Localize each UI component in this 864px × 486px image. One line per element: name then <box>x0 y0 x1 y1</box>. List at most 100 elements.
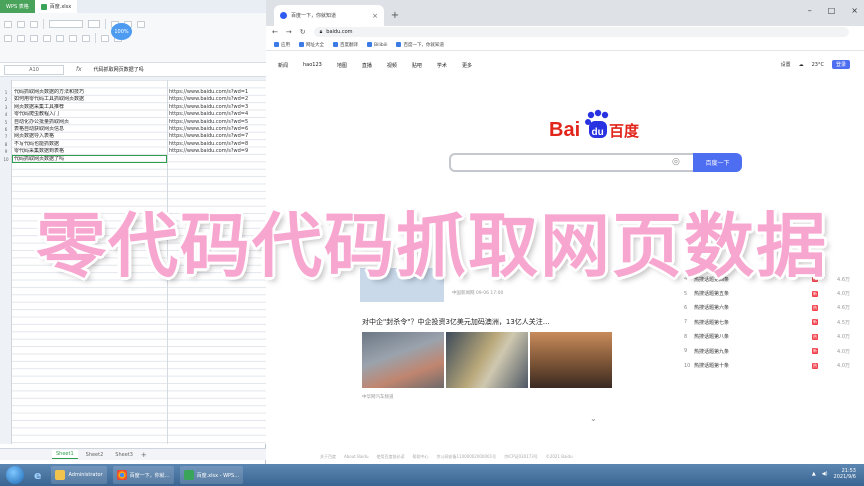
volume-icon[interactable]: ◀) <box>822 471 828 477</box>
new-tab-button[interactable]: + <box>388 8 402 22</box>
sheet-tab-2[interactable]: Sheet2 <box>82 451 108 459</box>
bookmark-item[interactable]: 百度一下，你就知道 <box>396 41 444 48</box>
italic-icon[interactable] <box>30 34 38 42</box>
nav-link-tieba[interactable]: 贴吧 <box>412 62 422 69</box>
footer-link[interactable]: 关于百度 <box>320 454 336 464</box>
cut-icon[interactable] <box>4 20 12 28</box>
search-button[interactable]: 百度一下 <box>693 153 742 172</box>
cell-keyword[interactable]: 代码抓取网页数据的方法和技巧 <box>12 89 167 96</box>
font-color-icon[interactable] <box>82 34 90 42</box>
cell-url[interactable]: https://www.baidu.com/s?wd=4 <box>167 111 266 118</box>
table-row[interactable]: 如何用零代码工具抓取网页数据 https://www.baidu.com/s?wd… <box>12 96 266 103</box>
fill-color-icon[interactable] <box>69 34 77 42</box>
row-number[interactable]: 5 <box>0 119 12 126</box>
list-item[interactable]: 6 热搜话题第六条 热 4.6万 <box>684 301 860 315</box>
forward-icon[interactable]: → <box>286 28 292 36</box>
row-number[interactable]: 10 <box>0 156 12 163</box>
close-window-icon[interactable]: × <box>851 6 858 15</box>
minimize-icon[interactable]: – <box>808 6 812 15</box>
login-button[interactable]: 登录 <box>831 60 850 69</box>
paste-icon[interactable] <box>4 34 12 42</box>
cell-keyword[interactable]: 网页数据导入表格 <box>12 133 167 140</box>
nav-link-live[interactable]: 直播 <box>362 62 372 69</box>
copy-icon[interactable] <box>17 20 25 28</box>
format-painter-icon[interactable] <box>30 20 38 28</box>
nav-link-xueshu[interactable]: 学术 <box>437 62 447 69</box>
cell-keyword[interactable]: 不写代码也能抓数据 <box>12 141 167 148</box>
network-icon[interactable]: ▲ <box>812 471 816 477</box>
nav-link-more[interactable]: 更多 <box>462 62 472 69</box>
table-row[interactable]: 表格自动获取网页信息 https://www.baidu.com/s?wd=6 <box>12 126 266 133</box>
cell-url[interactable]: https://www.baidu.com/s?wd=2 <box>167 96 266 103</box>
cell-keyword[interactable]: 如何用零代码工具抓取网页数据 <box>12 96 167 103</box>
footer-link[interactable]: 使用百度前必读 <box>376 454 404 464</box>
cell-url[interactable]: https://www.baidu.com/s?wd=5 <box>167 119 266 126</box>
formula-input[interactable]: 代码抓取网页数据了吗 <box>94 66 144 73</box>
camera-icon[interactable]: ◎ <box>672 157 680 167</box>
bold-icon[interactable] <box>17 34 25 42</box>
search-input[interactable] <box>449 153 693 172</box>
list-item[interactable]: 10 热搜话题第十条 热 4.0万 <box>684 358 860 372</box>
row-number[interactable]: 3 <box>0 104 12 111</box>
ie-icon[interactable]: e <box>34 469 41 482</box>
list-item[interactable]: 9 热搜话题第九条 新 4.0万 <box>684 344 860 358</box>
bookmark-item[interactable]: 百度翻译 <box>333 41 358 48</box>
close-tab-icon[interactable]: × <box>372 12 378 20</box>
start-button[interactable] <box>6 466 24 484</box>
footer-link[interactable]: 帮助中心 <box>412 454 428 464</box>
add-sheet-button[interactable]: + <box>141 451 147 459</box>
nav-link-news[interactable]: 新闻 <box>278 62 288 69</box>
cell-url[interactable]: https://www.baidu.com/s?wd=7 <box>167 133 266 140</box>
back-icon[interactable]: ← <box>272 28 278 36</box>
table-row[interactable]: 网页数据导入表格 https://www.baidu.com/s?wd=7 <box>12 133 266 140</box>
sheet-tab-3[interactable]: Sheet3 <box>111 451 137 459</box>
nav-link-video[interactable]: 视频 <box>387 62 397 69</box>
news-headline[interactable]: 对中企"封杀令"？中企投资3亿美元加码澳洲，13亿人关注… <box>362 317 550 327</box>
chevron-down-icon[interactable]: ⌄ <box>590 414 597 423</box>
cell-url[interactable]: https://www.baidu.com/s?wd=8 <box>167 141 266 148</box>
taskbar-app-wps[interactable]: 百度.xlsx - WPS… <box>179 466 244 484</box>
font-family-select[interactable] <box>49 20 83 28</box>
row-number[interactable]: 4 <box>0 111 12 118</box>
table-row[interactable]: 不写代码也能抓数据 https://www.baidu.com/s?wd=8 <box>12 141 266 148</box>
merge-cells-icon[interactable] <box>101 34 109 42</box>
reload-icon[interactable]: ↻ <box>300 28 306 36</box>
row-number[interactable]: 9 <box>0 148 12 155</box>
cell-url[interactable]: https://www.baidu.com/s?wd=6 <box>167 126 266 133</box>
font-size-select[interactable] <box>88 20 100 28</box>
row-number[interactable]: 7 <box>0 133 12 140</box>
bookmark-item[interactable]: 应用 <box>274 41 290 48</box>
bookmark-item[interactable]: Bilibili <box>367 41 387 48</box>
news-image-factory[interactable] <box>530 332 612 388</box>
wps-home-tab[interactable]: WPS 表格 <box>0 0 35 13</box>
underline-icon[interactable] <box>43 34 51 42</box>
cell-url[interactable]: https://www.baidu.com/s?wd=3 <box>167 104 266 111</box>
table-row[interactable]: 自动化办公批量抓取网页 https://www.baidu.com/s?wd=5 <box>12 119 266 126</box>
nav-link-map[interactable]: 地图 <box>337 62 347 69</box>
align-right-icon[interactable] <box>137 20 145 28</box>
list-item[interactable]: 8 热搜话题第八条 热 4.0万 <box>684 330 860 344</box>
cell-keyword[interactable]: 零代码爬虫教程入门 <box>12 111 167 118</box>
row-number[interactable]: 2 <box>0 96 12 103</box>
cell-keyword[interactable]: 自动化办公批量抓取网页 <box>12 119 167 126</box>
cell-url[interactable] <box>167 156 266 163</box>
row-number[interactable]: 8 <box>0 141 12 148</box>
list-item[interactable]: 7 热搜话题第七条 新 4.5万 <box>684 315 860 329</box>
row-number[interactable]: 6 <box>0 126 12 133</box>
taskbar-app-chrome[interactable]: 百度一下，你就… <box>112 466 174 484</box>
address-bar[interactable]: 🔒︎ baidu.com <box>313 27 849 37</box>
cell-keyword[interactable]: 网页数据采集工具推荐 <box>12 104 167 111</box>
browser-tab-baidu[interactable]: 百度一下，你就知道 × <box>274 5 384 26</box>
bookmark-item[interactable]: 网址大全 <box>299 41 324 48</box>
sheet-tab-1[interactable]: Sheet1 <box>52 450 78 459</box>
clock[interactable]: 21:53 2021/9/6 <box>834 468 856 480</box>
function-icon[interactable]: fx <box>76 66 82 73</box>
settings-link[interactable]: 设置 <box>781 61 791 68</box>
row-number[interactable]: 1 <box>0 89 12 96</box>
border-icon[interactable] <box>56 34 64 42</box>
cell-url[interactable]: https://www.baidu.com/s?wd=1 <box>167 89 266 96</box>
table-row[interactable]: 代码抓取网页数据的方法和技巧 https://www.baidu.com/s?wd… <box>12 89 266 96</box>
cell-keyword[interactable]: 表格自动获取网页信息 <box>12 126 167 133</box>
news-image-document[interactable] <box>446 332 528 388</box>
news-image-traffic[interactable] <box>362 332 444 388</box>
